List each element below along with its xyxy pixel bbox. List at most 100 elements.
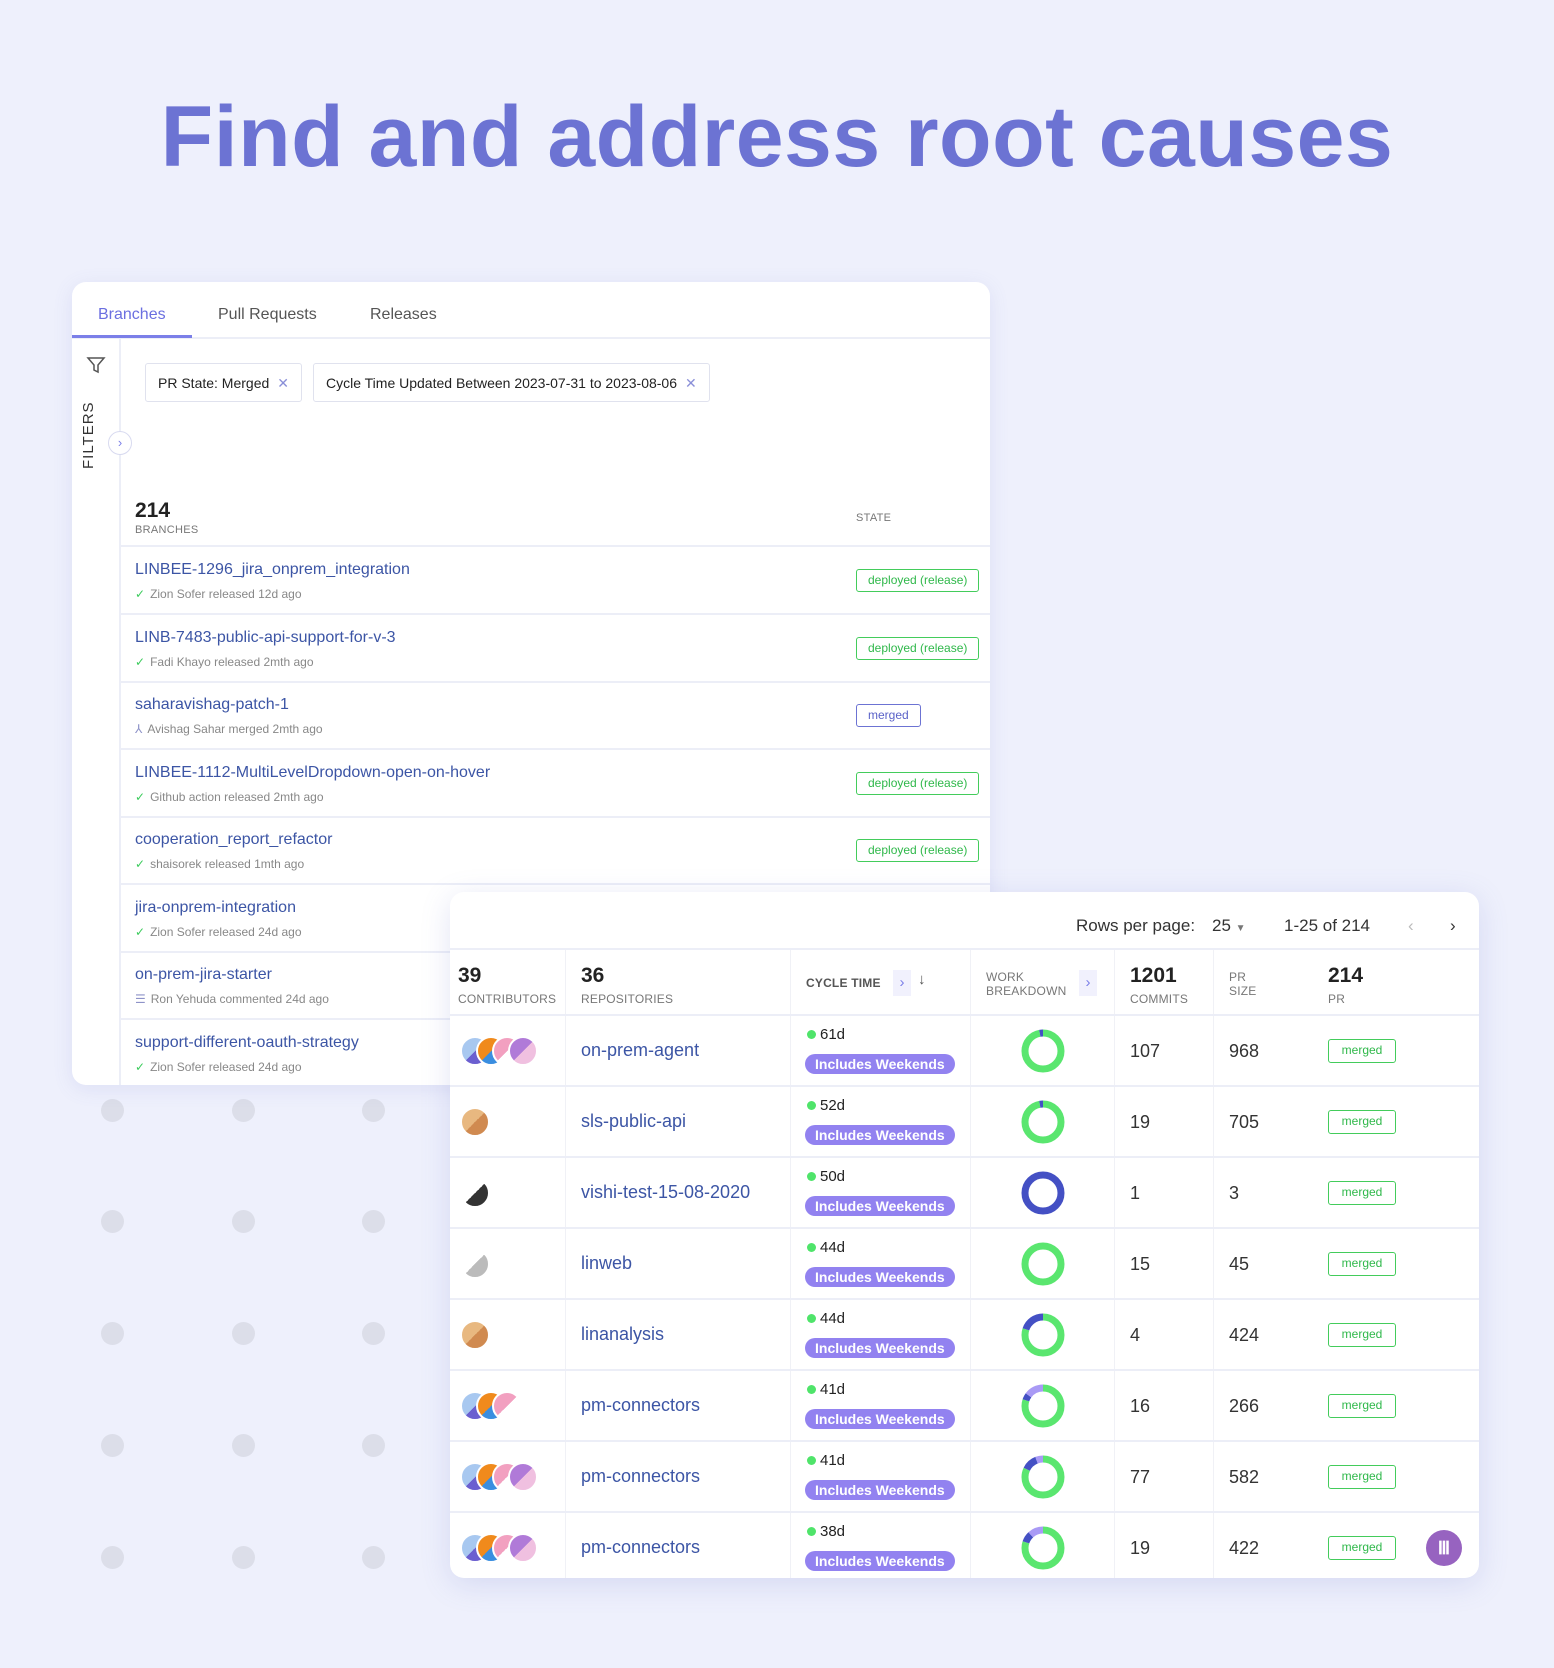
work-breakdown-donut[interactable]: [1021, 1100, 1065, 1144]
repository-link[interactable]: pm-connectors: [581, 1466, 700, 1487]
check-circle-icon: ✓: [135, 789, 146, 804]
commits-count: 1201: [1130, 964, 1177, 987]
work-breakdown-donut[interactable]: [1021, 1384, 1065, 1428]
work-breakdown-donut[interactable]: [1021, 1171, 1065, 1215]
table-row[interactable]: linweb 44d Includes Weekends 15 45 merge…: [450, 1229, 1479, 1300]
repository-link[interactable]: linanalysis: [581, 1324, 664, 1345]
pr-size-value: 266: [1229, 1396, 1260, 1416]
sort-down-icon[interactable]: ↓: [918, 971, 926, 988]
next-page-icon[interactable]: ›: [1450, 916, 1456, 936]
repository-link[interactable]: pm-connectors: [581, 1395, 700, 1416]
table-row[interactable]: pm-connectors 41d Includes Weekends 77 5…: [450, 1442, 1479, 1513]
branch-row[interactable]: saharavishag-patch-1 ⅄ Avishag Sahar merg…: [121, 682, 990, 750]
branch-count: 214: [135, 499, 171, 522]
commits-value: 1: [1130, 1183, 1141, 1203]
filter-icon[interactable]: [86, 355, 106, 375]
table-row[interactable]: pm-connectors 38d Includes Weekends 19 4…: [450, 1513, 1479, 1578]
decorative-dot: [101, 1546, 124, 1569]
filter-chip[interactable]: PR State: Merged ✕: [145, 363, 303, 402]
table-row[interactable]: linanalysis 44d Includes Weekends 4 424 …: [450, 1300, 1479, 1371]
chevron-right-icon[interactable]: ›: [893, 970, 911, 996]
rows-per-page-value: 25: [1212, 916, 1231, 935]
contributor-avatar[interactable]: [508, 1036, 538, 1066]
library-icon[interactable]: Ⅲ: [1426, 1530, 1462, 1566]
work-breakdown-donut[interactable]: [1021, 1526, 1065, 1570]
state-badge: merged: [1328, 1394, 1396, 1418]
branch-name-link[interactable]: jira-onprem-integration: [135, 899, 296, 917]
table-row[interactable]: on-prem-agent 61d Includes Weekends 107 …: [450, 1016, 1479, 1087]
check-circle-icon: ✓: [135, 924, 146, 939]
includes-weekends-badge: Includes Weekends: [805, 1551, 955, 1571]
prev-page-icon[interactable]: ‹: [1408, 916, 1414, 936]
repository-link[interactable]: vishi-test-15-08-2020: [581, 1182, 750, 1203]
check-circle-icon: ✓: [135, 1059, 146, 1074]
branch-row[interactable]: LINBEE-1112-MultiLevelDropdown-open-on-h…: [121, 750, 990, 818]
contributor-avatar[interactable]: [492, 1391, 522, 1421]
tab-pull-requests[interactable]: Pull Requests: [218, 306, 317, 324]
contributor-avatar[interactable]: [460, 1178, 490, 1208]
contributors-label: CONTRIBUTORS: [458, 992, 557, 1006]
repository-link[interactable]: sls-public-api: [581, 1111, 686, 1132]
contributor-avatar[interactable]: [508, 1533, 538, 1563]
contributor-avatar[interactable]: [460, 1107, 490, 1137]
close-icon[interactable]: ✕: [277, 375, 289, 391]
filters-sidebar[interactable]: FILTERS ›: [72, 339, 132, 1085]
branch-row[interactable]: cooperation_report_refactor ✓ shaisorek r…: [121, 817, 990, 885]
state-badge: merged: [1328, 1323, 1396, 1347]
table-row[interactable]: pm-connectors 41d Includes Weekends 16 2…: [450, 1371, 1479, 1442]
work-breakdown-donut[interactable]: [1021, 1313, 1065, 1357]
work-breakdown-donut[interactable]: [1021, 1029, 1065, 1073]
branch-count-label: BRANCHES: [135, 524, 199, 536]
repository-link[interactable]: pm-connectors: [581, 1537, 700, 1558]
contributor-avatar[interactable]: [508, 1462, 538, 1492]
branch-activity-text: Ron Yehuda commented 24d ago: [150, 992, 329, 1006]
rows-per-page-select[interactable]: 25 ▼: [1212, 916, 1246, 936]
cycle-time: 41d: [807, 1452, 845, 1469]
branch-activity: ✓ shaisorek released 1mth ago: [135, 857, 304, 871]
branch-activity-text: Avishag Sahar merged 2mth ago: [147, 722, 323, 736]
tab-releases[interactable]: Releases: [370, 306, 437, 324]
includes-weekends-badge: Includes Weekends: [805, 1409, 955, 1429]
commits-value: 4: [1130, 1325, 1141, 1345]
decorative-dot: [101, 1099, 124, 1122]
state-badge: merged: [1328, 1039, 1396, 1063]
chevron-right-icon[interactable]: ›: [108, 431, 132, 455]
branch-name-link[interactable]: LINBEE-1296_jira_onprem_integration: [135, 561, 410, 579]
repository-link[interactable]: linweb: [581, 1253, 632, 1274]
tab-branches[interactable]: Branches: [98, 306, 166, 324]
branch-name-link[interactable]: on-prem-jira-starter: [135, 966, 272, 984]
pagination: Rows per page: 25 ▼ 1-25 of 214 ‹ ›: [450, 892, 1479, 950]
branch-name-link[interactable]: support-different-oauth-strategy: [135, 1034, 359, 1052]
branch-row[interactable]: LINBEE-1296_jira_onprem_integration ✓ Zio…: [121, 547, 990, 615]
contributor-avatar[interactable]: [460, 1249, 490, 1279]
contributor-avatar[interactable]: [460, 1320, 490, 1350]
cycle-time: 41d: [807, 1381, 845, 1398]
status-dot-icon: [807, 1172, 816, 1181]
decorative-dot: [232, 1546, 255, 1569]
rows-per-page-label: Rows per page:: [1076, 916, 1196, 935]
cycle-time-value: 41d: [820, 1381, 846, 1398]
table-row[interactable]: sls-public-api 52d Includes Weekends 19 …: [450, 1087, 1479, 1158]
work-breakdown-header: WORK BREAKDOWN: [986, 970, 1066, 998]
commits-value: 107: [1130, 1041, 1161, 1061]
branch-row[interactable]: LINB-7483-public-api-support-for-v-3 ✓ Fa…: [121, 615, 990, 683]
filter-chip-label: PR State: Merged: [158, 375, 270, 391]
chevron-right-icon[interactable]: ›: [1079, 970, 1097, 996]
repository-link[interactable]: on-prem-agent: [581, 1040, 699, 1061]
decorative-dot: [232, 1434, 255, 1457]
commits-label: COMMITS: [1130, 992, 1189, 1006]
branch-name-link[interactable]: saharavishag-patch-1: [135, 696, 289, 714]
pr-size-value: 424: [1229, 1325, 1260, 1345]
table-row[interactable]: vishi-test-15-08-2020 50d Includes Weeke…: [450, 1158, 1479, 1229]
commits-value: 19: [1130, 1538, 1151, 1558]
includes-weekends-badge: Includes Weekends: [805, 1125, 955, 1145]
branch-name-link[interactable]: cooperation_report_refactor: [135, 831, 332, 849]
cycle-time-header[interactable]: CYCLE TIME: [806, 976, 881, 990]
branch-name-link[interactable]: LINBEE-1112-MultiLevelDropdown-open-on-h…: [135, 764, 490, 782]
filter-chip[interactable]: Cycle Time Updated Between 2023-07-31 to…: [313, 363, 710, 402]
work-breakdown-donut[interactable]: [1021, 1455, 1065, 1499]
work-breakdown-donut[interactable]: [1021, 1242, 1065, 1286]
state-badge: deployed (release): [856, 636, 980, 660]
branch-name-link[interactable]: LINB-7483-public-api-support-for-v-3: [135, 629, 396, 647]
close-icon[interactable]: ✕: [685, 375, 697, 391]
